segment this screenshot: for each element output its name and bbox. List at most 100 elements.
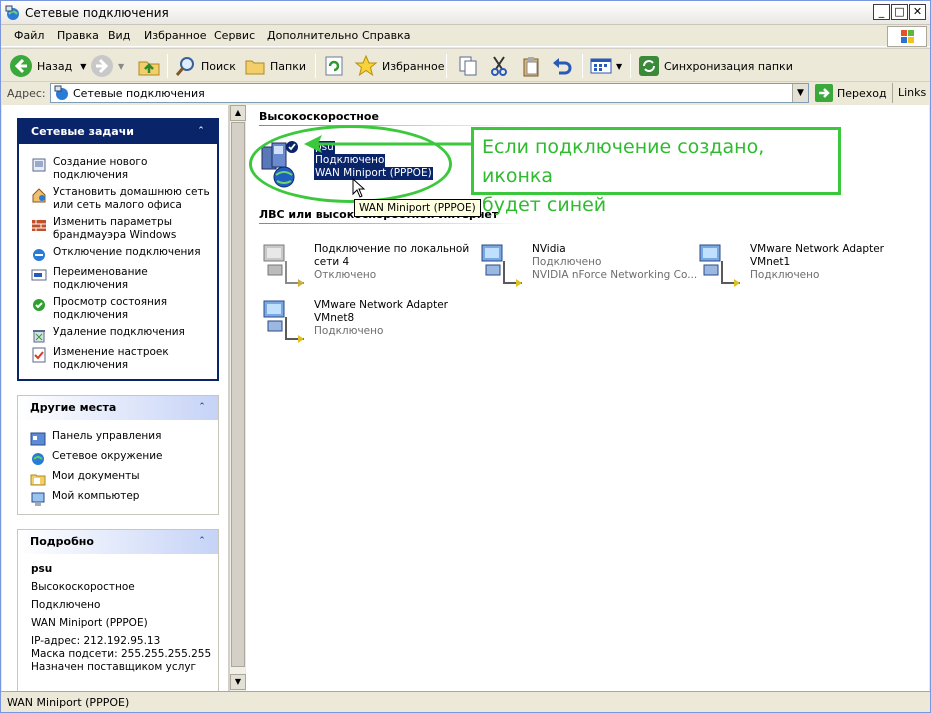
task-pane-scrollbar[interactable]: ▲ ▼ [229,105,246,691]
details-type: Высокоскоростное [31,581,135,593]
explorer-window: Сетевые подключения _ □ ✕ Файл Правка Ви… [0,0,931,713]
place-label: Мои документы [52,470,140,482]
toolbar-separator [630,54,631,78]
scroll-down-icon[interactable]: ▼ [230,674,246,690]
back-arrow-icon [10,55,32,77]
task-label: подключения [53,169,129,181]
close-button[interactable]: ✕ [909,4,926,20]
scroll-up-icon[interactable]: ▲ [230,105,246,121]
computer-icon [31,492,45,506]
refresh-button[interactable] [323,52,345,80]
section-divider [259,223,529,224]
sync-folder-button[interactable]: Синхронизация папки [638,52,793,80]
connections-view: Высокоскоростное psu Подключено WAN Mini… [246,105,929,691]
task-disconnect[interactable]: Отключение подключения [31,246,201,263]
menu-file[interactable]: Файл [14,29,44,42]
connection-lan4-status: Отключено [314,269,377,281]
task-view-status[interactable]: Просмотр состояния подключения [31,296,167,322]
go-label: Переход [837,86,887,100]
task-label: Просмотр состояния [53,296,168,308]
favorites-button[interactable]: Избранное [354,52,444,80]
forward-arrow-icon [91,55,113,77]
task-label: Удаление подключения [53,326,185,338]
place-control-panel[interactable]: Панель управления [30,430,161,447]
connection-nvidia-name: NVidia [532,243,566,255]
details-assigned: Назначен поставщиком услуг [31,661,197,673]
go-arrow-icon [815,84,833,102]
annotation-line1: Если подключение создано, иконка [482,136,765,187]
up-folder-button[interactable] [137,52,161,80]
window-title: Сетевые подключения [25,6,169,20]
menu-view[interactable]: Вид [108,29,130,42]
task-change-settings[interactable]: Изменение настроек подключения [31,346,169,372]
maximize-button[interactable]: □ [891,4,908,20]
folders-icon [245,60,265,75]
annotation-arrow [304,135,476,153]
task-rename[interactable]: Переименование подключения [31,266,148,292]
delete-icon [33,330,45,343]
folders-button[interactable]: Папки [244,52,306,80]
other-places-header[interactable]: Другие места ⌃ [18,396,218,420]
place-network-neighborhood[interactable]: Сетевое окружение [30,450,163,467]
details-ip: IP-адрес: 212.192.95.13 [31,635,161,647]
details-name: psu [31,563,53,575]
menu-tools[interactable]: Сервис [214,29,255,42]
task-label: Отключение подключения [53,246,201,258]
documents-folder-icon [30,474,46,486]
connection-vmnet8[interactable]: VMware Network Adapter VMnet8 Подключено [260,299,470,347]
connection-lan4[interactable]: Подключение по локальной сети 4 Отключен… [260,243,470,291]
connection-nvidia-device: NVIDIA nForce Networking Co... [532,269,698,281]
undo-button[interactable] [551,52,573,80]
copy-icon [459,56,477,76]
collapse-icon[interactable]: ⌃ [193,124,209,140]
connection-tooltip: WAN Miniport (PPPOE) [354,199,481,217]
task-label: Изменить параметры [53,216,173,228]
menu-help[interactable]: Справка [362,29,410,42]
task-label: брандмауэра Windows [53,229,177,241]
menu-favorites[interactable]: Избранное [144,29,206,42]
details-mask: Маска подсети: 255.255.255.255 [31,648,212,660]
section-highspeed-title: Высокоскоростное [259,110,379,123]
details-header[interactable]: Подробно ⌃ [18,530,218,554]
back-dropdown-icon[interactable]: ▼ [80,62,86,71]
control-panel-icon [30,432,46,446]
collapse-icon[interactable]: ⌃ [194,400,210,416]
place-my-computer[interactable]: Мой компьютер [30,490,139,507]
links-button[interactable]: Links [892,83,928,103]
forward-dropdown-icon[interactable]: ▼ [118,62,124,71]
network-tasks-header[interactable]: Сетевые задачи ⌃ [19,120,217,144]
search-button[interactable]: Поиск [175,52,236,80]
task-create-connection[interactable]: Создание нового подключения [31,156,147,182]
address-bar: Адрес: Сетевые подключения ▼ Переход Lin… [1,82,930,104]
address-input[interactable]: Сетевые подключения ▼ [50,83,809,103]
task-firewall[interactable]: Изменить параметры брандмауэра Windows [31,216,176,242]
views-dropdown-icon[interactable]: ▼ [616,62,622,71]
cut-button[interactable] [488,52,510,80]
paste-button[interactable] [520,52,542,80]
section-divider [259,125,529,126]
network-globe-icon [32,453,44,465]
sync-label: Синхронизация папки [664,59,793,73]
connection-lan4-name1: Подключение по локальной [314,243,470,255]
task-delete[interactable]: Удаление подключения [31,326,185,343]
task-home-network[interactable]: Установить домашнюю сеть или сеть малого … [31,186,210,212]
connection-nvidia[interactable]: NVidia Подключено NVIDIA nForce Networki… [478,243,697,291]
details-title: Подробно [30,535,94,548]
copy-to-button[interactable] [457,52,479,80]
menu-edit[interactable]: Правка [57,29,99,42]
forward-button[interactable]: ▼ [90,52,124,80]
go-button[interactable]: Переход [815,83,887,103]
views-button[interactable]: ▼ [590,52,622,80]
search-label: Поиск [201,59,236,73]
back-button[interactable]: Назад ▼ [9,52,86,80]
address-dropdown-icon[interactable]: ▼ [792,84,808,102]
connection-vmnet1[interactable]: VMware Network Adapter VMnet1 Подключено [696,243,906,291]
minimize-button[interactable]: _ [873,4,890,20]
place-my-documents[interactable]: Мои документы [30,470,140,487]
collapse-icon[interactable]: ⌃ [194,534,210,550]
favorites-label: Избранное [382,59,445,73]
toolbar-separator [446,54,447,78]
other-places-panel: Другие места ⌃ Панель управления Сетевое… [17,395,219,515]
scroll-thumb[interactable] [231,122,245,667]
menu-advanced[interactable]: Дополнительно [267,29,358,42]
